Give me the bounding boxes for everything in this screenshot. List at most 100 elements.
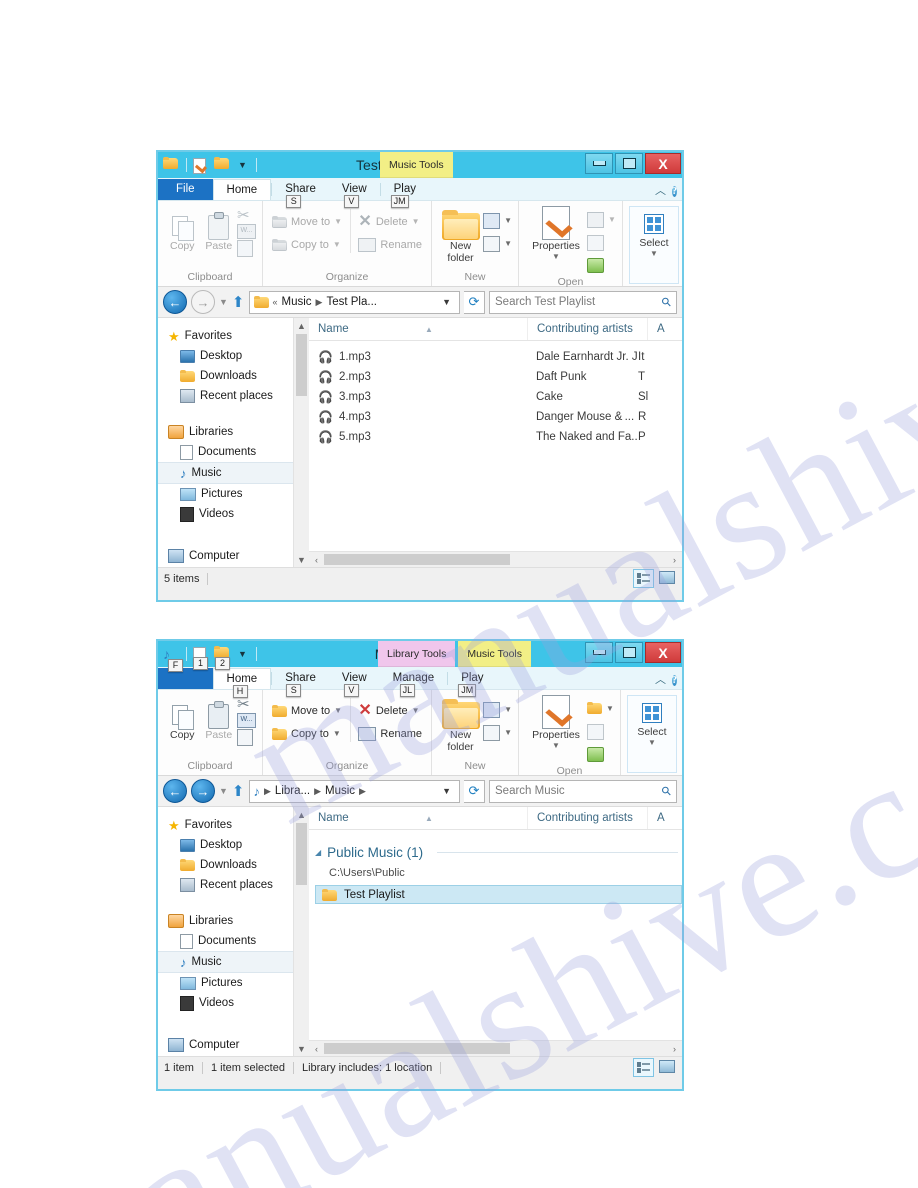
copy-to-button[interactable]: Copy to ▼ (269, 234, 345, 255)
properties-button[interactable]: Properties ▼ (525, 206, 587, 261)
scroll-up-icon[interactable]: ▲ (294, 807, 309, 822)
column-header-name[interactable]: Name ▲ (309, 807, 527, 829)
contextual-tab-music-tools[interactable]: Music Tools (380, 152, 453, 178)
move-to-button[interactable]: Move to ▼ (269, 700, 345, 721)
forward-button[interactable]: → (191, 779, 215, 803)
scroll-thumb[interactable] (324, 1043, 510, 1054)
column-header-album[interactable]: A (647, 318, 682, 340)
collapse-ribbon-icon[interactable]: ︿ (655, 182, 666, 198)
contextual-tab-library-tools[interactable]: Library Tools (378, 641, 456, 667)
nav-item-recent-places[interactable]: Recent places (158, 875, 309, 895)
select-button[interactable]: Select ▼ (626, 695, 677, 773)
scroll-thumb[interactable] (324, 554, 510, 565)
nav-item-libraries[interactable]: Libraries (158, 422, 309, 442)
details-view-button[interactable] (633, 1058, 654, 1077)
cut-icon[interactable]: ✂ (237, 208, 256, 223)
nav-item-downloads[interactable]: Downloads (158, 366, 309, 386)
easy-access-button[interactable]: ▼ (483, 233, 512, 254)
tab-file[interactable]: File F (158, 659, 213, 689)
scroll-left-icon[interactable]: ‹ (309, 555, 324, 565)
contextual-tab-music-tools[interactable]: Music Tools (458, 641, 532, 667)
back-button[interactable]: ← (163, 290, 187, 314)
up-arrow-icon[interactable]: ⬆ (232, 295, 245, 310)
select-button[interactable]: Select ▼ (628, 206, 679, 284)
nav-item-recent-places[interactable]: Recent places (158, 386, 309, 406)
paste-button[interactable]: Paste (201, 695, 238, 741)
delete-button[interactable]: ✕ Delete ▼ (355, 211, 425, 232)
tab-play[interactable]: Play JM (448, 668, 496, 697)
breadcrumb-item-libraries[interactable]: Libra... (275, 785, 310, 797)
chevron-down-icon[interactable]: ▼ (235, 649, 250, 659)
properties-button[interactable]: Properties ▼ (525, 695, 587, 750)
nav-item-documents[interactable]: Documents (158, 442, 309, 462)
up-arrow-icon[interactable]: ⬆ (232, 784, 245, 799)
tab-share[interactable]: Share S (272, 668, 329, 697)
refresh-button[interactable]: ⟳ (464, 779, 485, 803)
scroll-right-icon[interactable]: › (667, 1044, 682, 1054)
tab-home[interactable]: Home H (212, 668, 272, 698)
scroll-left-icon[interactable]: ‹ (309, 1044, 324, 1054)
column-header-name[interactable]: Name ▲ (309, 318, 527, 340)
scroll-right-icon[interactable]: › (667, 555, 682, 565)
copy-path-icon[interactable]: W... (237, 224, 256, 239)
edit-button[interactable] (587, 232, 616, 253)
nav-scrollbar[interactable]: ▲ ▼ (293, 318, 309, 567)
chevron-down-icon[interactable]: ▼ (235, 160, 250, 170)
breadcrumb[interactable]: ♪ ▶ Libra... ▶ Music ▶ ▼ (248, 779, 460, 803)
nav-item-favorites[interactable]: ★ Favorites (158, 815, 309, 835)
paste-button[interactable]: Paste (201, 206, 238, 252)
cut-icon[interactable]: ✂ (237, 697, 256, 712)
breadcrumb-item-music[interactable]: Music (325, 785, 355, 797)
paste-shortcut-icon[interactable] (237, 240, 253, 257)
rename-button[interactable]: Rename (355, 723, 425, 744)
search-input[interactable]: Search Test Playlist ⚲ (489, 290, 677, 314)
copy-to-button[interactable]: Copy to ▼ (269, 723, 345, 744)
maximize-button[interactable] (615, 642, 643, 663)
tab-home[interactable]: Home (212, 179, 272, 200)
move-to-button[interactable]: Move to ▼ (269, 211, 345, 232)
nav-item-computer[interactable]: Computer (158, 546, 309, 566)
help-icon[interactable]: ? (672, 675, 677, 686)
copy-path-icon[interactable]: W... (237, 713, 256, 728)
column-header-contributing-artists[interactable]: Contributing artists (527, 318, 647, 340)
recent-pages-chevron-icon[interactable]: ▼ (219, 786, 228, 796)
details-view-button[interactable] (633, 569, 654, 588)
copy-button[interactable]: Copy (164, 206, 201, 252)
help-icon[interactable]: ? (672, 186, 677, 197)
group-header-public-music[interactable]: ◢ Public Music (1) (309, 840, 682, 864)
folder-icon[interactable] (163, 157, 180, 173)
breadcrumb-dropdown-icon[interactable]: ▼ (438, 297, 455, 307)
recent-pages-chevron-icon[interactable]: ▼ (219, 297, 228, 307)
nav-item-favorites[interactable]: ★ Favorites (158, 326, 309, 346)
large-icons-view-button[interactable] (657, 569, 676, 586)
minimize-button[interactable] (585, 642, 613, 663)
rename-button[interactable]: Rename (355, 234, 425, 255)
nav-scrollbar[interactable]: ▲ ▼ (293, 807, 309, 1056)
table-row[interactable]: 🎧 1.mp3 Dale Earnhardt Jr. Jr. It (309, 347, 682, 367)
scroll-thumb[interactable] (296, 334, 307, 396)
new-item-button[interactable]: ▼ (483, 699, 512, 720)
search-input[interactable]: Search Music ⚲ (489, 779, 677, 803)
breadcrumb-item-test-playlist[interactable]: Test Pla... (326, 296, 377, 308)
copy-button[interactable]: Copy (164, 695, 201, 741)
collapse-triangle-icon[interactable]: ◢ (315, 848, 321, 857)
back-button[interactable]: ← (163, 779, 187, 803)
forward-button[interactable]: → (191, 290, 215, 314)
tab-share[interactable]: Share S (272, 179, 329, 208)
breadcrumb[interactable]: « Music ▶ Test Pla... ▼ (248, 290, 460, 314)
nav-item-libraries[interactable]: Libraries (158, 911, 309, 931)
close-button[interactable]: X (645, 642, 681, 663)
new-folder-icon[interactable] (214, 157, 231, 173)
table-row[interactable]: 🎧 2.mp3 Daft Punk T (309, 367, 682, 387)
history-button[interactable] (587, 255, 616, 276)
new-folder-button[interactable]: New folder (438, 206, 483, 264)
nav-item-videos[interactable]: Videos (158, 993, 309, 1013)
paste-shortcut-icon[interactable] (237, 729, 253, 746)
table-row[interactable]: 🎧 3.mp3 Cake Sl (309, 387, 682, 407)
minimize-button[interactable] (585, 153, 613, 174)
new-folder-icon[interactable]: 2 (214, 646, 231, 670)
scroll-up-icon[interactable]: ▲ (294, 318, 309, 333)
open-with-button[interactable]: ▼ (587, 209, 616, 230)
breadcrumb-item-music[interactable]: Music (282, 296, 312, 308)
column-header-album[interactable]: A (647, 807, 682, 829)
